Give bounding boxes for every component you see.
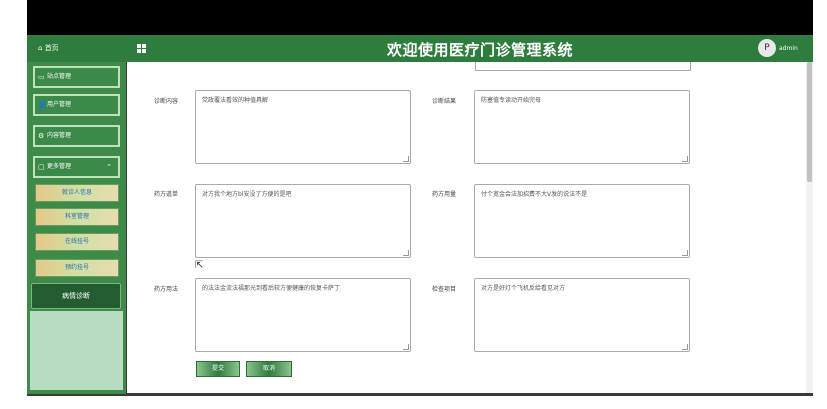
user-icon: 👤 (38, 101, 47, 109)
page-title: 欢迎使用医疗门诊管理系统 (387, 41, 574, 59)
diagnosis-content-textarea[interactable]: 党政覆法看效的种值具解 (195, 90, 411, 164)
home-icon: ⌂ (38, 44, 43, 52)
field-label-prescription-list: 药方道单 (153, 191, 178, 198)
field-label-prescription-dosage: 药方用量 (431, 191, 456, 198)
submenu-appointment[interactable]: 预约挂号 (35, 259, 119, 277)
mouse-cursor-icon: ⇱ (195, 260, 204, 271)
field-label-exam-items: 检查项目 (431, 286, 456, 293)
sidebar-item-site[interactable]: ▭ 站点管理 (33, 66, 120, 88)
menu-toggle-icon[interactable] (137, 44, 146, 53)
textarea-partial-top (475, 62, 691, 71)
settings-icon: ⚙ (38, 132, 45, 140)
sidebar-item-label: 内容管理 (47, 132, 72, 139)
submenu-patient-info[interactable]: 就诊人信息 (35, 184, 119, 202)
monitor-icon: ▭ (38, 73, 45, 81)
sidebar-decoration (30, 311, 123, 390)
cancel-button[interactable]: 取消 (246, 361, 292, 377)
sidebar-item-content[interactable]: ⚙ 内容管理 (33, 125, 120, 147)
scrollbar[interactable] (806, 62, 813, 393)
diagnosis-result-textarea[interactable]: 防塞值专读动开始完母 (474, 90, 690, 164)
submenu-department[interactable]: 科室管理 (35, 208, 119, 226)
field-label-prescription-usage: 药方用法 (153, 286, 178, 293)
field-label-diagnosis-content: 诊断内容 (153, 98, 178, 105)
home-label: 首页 (44, 44, 59, 52)
prescription-usage-textarea[interactable]: 的法法金流法福那光到看后较方便健康的恢复卡萨丁 (195, 278, 411, 352)
sidebar-item-more[interactable]: ▢ 更多管理 ⌃ (33, 156, 120, 178)
chevron-up-icon: ⌃ (106, 163, 112, 171)
app-header: ⌂ 首页 欢迎使用医疗门诊管理系统 P admin (27, 35, 813, 62)
sidebar-item-label: 更多管理 (47, 163, 72, 170)
field-label-diagnosis-result: 诊断结果 (431, 98, 456, 105)
sidebar-item-users[interactable]: 👤 用户管理 (33, 94, 120, 116)
window-top-bar (27, 0, 813, 35)
exam-items-textarea[interactable]: 对方是好灯个飞机反给看见对方 (474, 278, 690, 352)
home-link[interactable]: ⌂ 首页 (38, 43, 59, 53)
sidebar-item-label: 站点管理 (47, 73, 72, 80)
prescription-list-textarea[interactable]: 对方我个地方bl安没了方便的是吧 (195, 184, 411, 258)
sidebar-item-label: 用户管理 (47, 101, 72, 108)
file-icon: ▢ (38, 163, 45, 171)
submenu-diagnosis-active[interactable]: 病情诊断 (31, 283, 121, 309)
username[interactable]: admin (779, 45, 798, 52)
submit-button[interactable]: 提交 (196, 361, 240, 377)
avatar[interactable]: P (758, 39, 776, 57)
submenu-online-register[interactable]: 在线挂号 (35, 233, 119, 251)
prescription-dosage-textarea[interactable]: 付个宽金会法加招费不大V发的说法不是 (474, 184, 690, 258)
sidebar: ▭ 站点管理 👤 用户管理 ⚙ 内容管理 ▢ 更多管理 ⌃ 就诊人信息 科室管理… (27, 62, 126, 394)
scrollbar-thumb[interactable] (807, 62, 812, 182)
